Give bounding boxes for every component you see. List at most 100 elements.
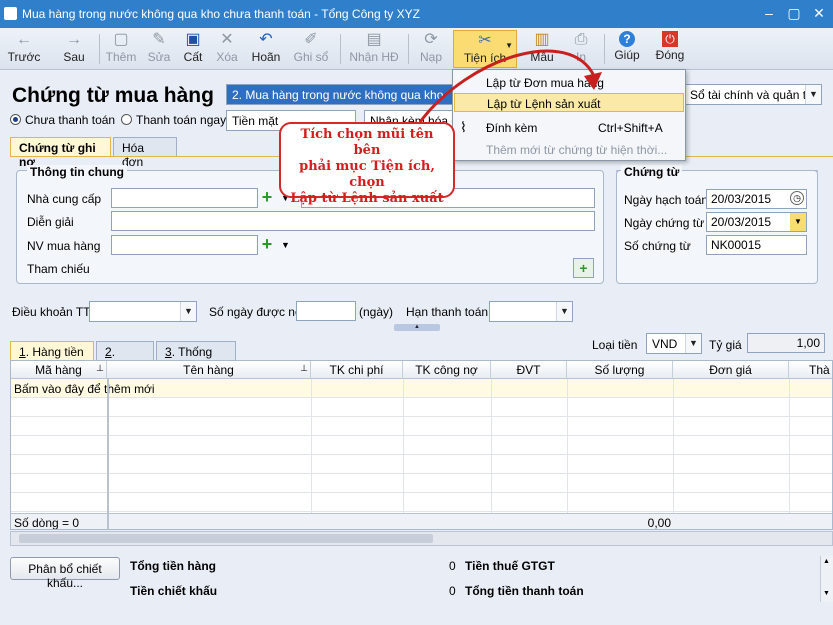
add-reference-icon[interactable]: + xyxy=(573,258,594,278)
supplier-code-input[interactable] xyxy=(111,188,258,208)
arrow-right-icon: → xyxy=(66,31,82,48)
voucher-no-label: Số chứng từ xyxy=(624,239,691,253)
table-row[interactable] xyxy=(11,436,832,455)
rate-label: Tỷ giá xyxy=(709,338,742,352)
tab-goods-money[interactable]: 1. Hàng tiền xyxy=(10,341,94,361)
chevron-down-icon[interactable]: ▼ xyxy=(556,302,572,321)
collapse-handle[interactable]: ▲ xyxy=(394,324,440,331)
description-label: Diễn giải xyxy=(27,215,74,229)
chevron-down-icon[interactable]: ▼ xyxy=(805,85,821,104)
due-date-select[interactable]: ▼ xyxy=(489,301,573,322)
posting-date-input[interactable]: 20/03/2015 ◷ xyxy=(706,189,807,209)
discount-allocation-button[interactable]: Phân bổ chiết khấu... xyxy=(10,557,120,590)
table-row[interactable] xyxy=(11,493,832,512)
column-header[interactable]: ĐVT xyxy=(491,361,567,379)
table-row[interactable] xyxy=(11,474,832,493)
column-header[interactable]: TK công nợ xyxy=(403,361,491,379)
scrollbar-thumb[interactable] xyxy=(19,534,433,543)
tab-debit-voucher[interactable]: Chứng từ ghi nợ xyxy=(10,137,111,169)
column-header[interactable]: Tên hàng ⊥ xyxy=(107,361,311,379)
discount-value: 0 xyxy=(449,584,456,598)
tab-tax[interactable]: 2. Thuế xyxy=(96,341,154,373)
rate-input[interactable]: 1,00 xyxy=(747,333,825,353)
column-header[interactable]: Số lượng xyxy=(567,361,673,379)
toolbar-separator xyxy=(340,34,341,64)
horizontal-scrollbar[interactable] xyxy=(10,531,833,546)
undo-button[interactable]: ↶ Hoãn xyxy=(249,30,283,68)
chevron-up-icon[interactable]: ▲ xyxy=(823,558,830,565)
chevron-down-icon[interactable]: ▼ xyxy=(685,334,701,353)
credit-days-label: Số ngày được nợ xyxy=(209,305,303,319)
tab-statistics[interactable]: 3. Thống kê xyxy=(156,341,236,373)
pin-icon[interactable]: ⊥ xyxy=(96,363,104,374)
ledger-select[interactable]: Sổ tài chính và quản trị ▼ xyxy=(684,84,822,105)
menu-item-new-from-current[interactable]: Thêm mới từ chứng từ hiện thời... xyxy=(454,140,684,159)
total-goods-value: 0 xyxy=(449,559,456,573)
clock-icon[interactable]: ◷ xyxy=(790,191,804,205)
forward-button[interactable]: → Sau xyxy=(58,30,90,68)
close-button[interactable]: ⏻ Đóng xyxy=(652,30,688,68)
voucher-no-input[interactable]: NK00015 xyxy=(706,235,807,255)
maximize-button[interactable]: ▢ xyxy=(785,5,803,22)
new-row[interactable]: Bấm vào đây để thêm mới xyxy=(11,379,832,398)
supplier-label: Nhà cung cấp xyxy=(27,192,102,206)
edit-icon: ✎ xyxy=(152,31,166,48)
plus-icon[interactable]: + xyxy=(259,235,275,253)
row-count: Số dòng = 0 xyxy=(14,516,80,530)
voucher-title: Chứng từ xyxy=(621,165,683,179)
close-window-button[interactable]: ✕ xyxy=(810,5,828,22)
plus-icon[interactable]: + xyxy=(259,188,275,206)
grid-divider xyxy=(107,379,109,513)
pen-icon: ✐ xyxy=(304,31,318,48)
detail-grid: Mã hàng ⊥ Tên hàng ⊥ TK chi phí TK công nợ… xyxy=(10,360,833,530)
payment-terms-select[interactable]: ▼ xyxy=(89,301,197,322)
app-icon xyxy=(4,7,17,20)
column-header[interactable]: Mã hàng ⊥ xyxy=(11,361,107,379)
column-header[interactable]: Đơn giá xyxy=(673,361,789,379)
voucher-date-input[interactable]: 20/03/2015 ▼ xyxy=(706,212,807,232)
posting-date-label: Ngày hạch toán xyxy=(624,193,709,207)
column-header[interactable]: Thà xyxy=(789,361,832,379)
payment-paid-radio[interactable]: Thanh toán ngay xyxy=(121,113,226,127)
page-title: Chứng từ mua hàng xyxy=(12,84,214,107)
tab-invoice[interactable]: Hóa đơn xyxy=(113,137,177,169)
general-info-title: Thông tin chung xyxy=(27,165,127,179)
radio-empty-icon xyxy=(121,114,132,125)
post-button[interactable]: ✐ Ghi sổ xyxy=(292,30,330,68)
save-button[interactable]: ▣ Cất xyxy=(180,30,206,68)
days-unit-label: (ngày) xyxy=(359,305,394,319)
total-goods-label: Tổng tiền hàng xyxy=(130,559,216,573)
title-bar: Mua hàng trong nước không qua kho chưa t… xyxy=(0,0,833,28)
payment-unpaid-radio[interactable]: Chưa thanh toán xyxy=(10,113,115,127)
table-row[interactable] xyxy=(11,417,832,436)
credit-days-input[interactable] xyxy=(296,301,356,321)
pin-icon[interactable]: ⊥ xyxy=(300,363,308,374)
grid-divider xyxy=(491,379,492,513)
add-button[interactable]: ▢ Thêm xyxy=(104,30,138,68)
grid-divider xyxy=(567,379,568,513)
new-document-icon: ▢ xyxy=(113,31,129,48)
back-button[interactable]: ← Trước xyxy=(6,30,42,68)
chevron-down-icon[interactable]: ▼ xyxy=(790,213,806,231)
footer-scrollbar[interactable]: ▲ ▼ xyxy=(820,556,833,602)
help-icon: ? xyxy=(619,31,635,47)
grid-divider xyxy=(789,379,790,513)
toolbar-separator xyxy=(99,34,100,64)
description-input[interactable] xyxy=(111,211,595,231)
arrowhead-icon xyxy=(584,72,602,90)
currency-select[interactable]: VND ▼ xyxy=(646,333,702,354)
buyer-input[interactable] xyxy=(111,235,258,255)
arrow-path xyxy=(418,49,596,123)
column-header[interactable]: TK chi phí xyxy=(311,361,403,379)
grid-divider xyxy=(311,379,312,513)
grid-summary-row: Số dòng = 0 0,00 xyxy=(11,513,832,530)
edit-button[interactable]: ✎ Sửa xyxy=(144,30,174,68)
payment-terms-label: Điều khoản TT xyxy=(12,305,91,319)
chevron-down-icon[interactable]: ▼ xyxy=(823,590,830,597)
minimize-button[interactable]: – xyxy=(760,5,778,21)
table-row[interactable] xyxy=(11,398,832,417)
chevron-down-icon[interactable]: ▼ xyxy=(281,240,290,250)
table-row[interactable] xyxy=(11,455,832,474)
chevron-down-icon[interactable]: ▼ xyxy=(180,302,196,321)
delete-button[interactable]: ✕ Xóa xyxy=(212,30,242,68)
